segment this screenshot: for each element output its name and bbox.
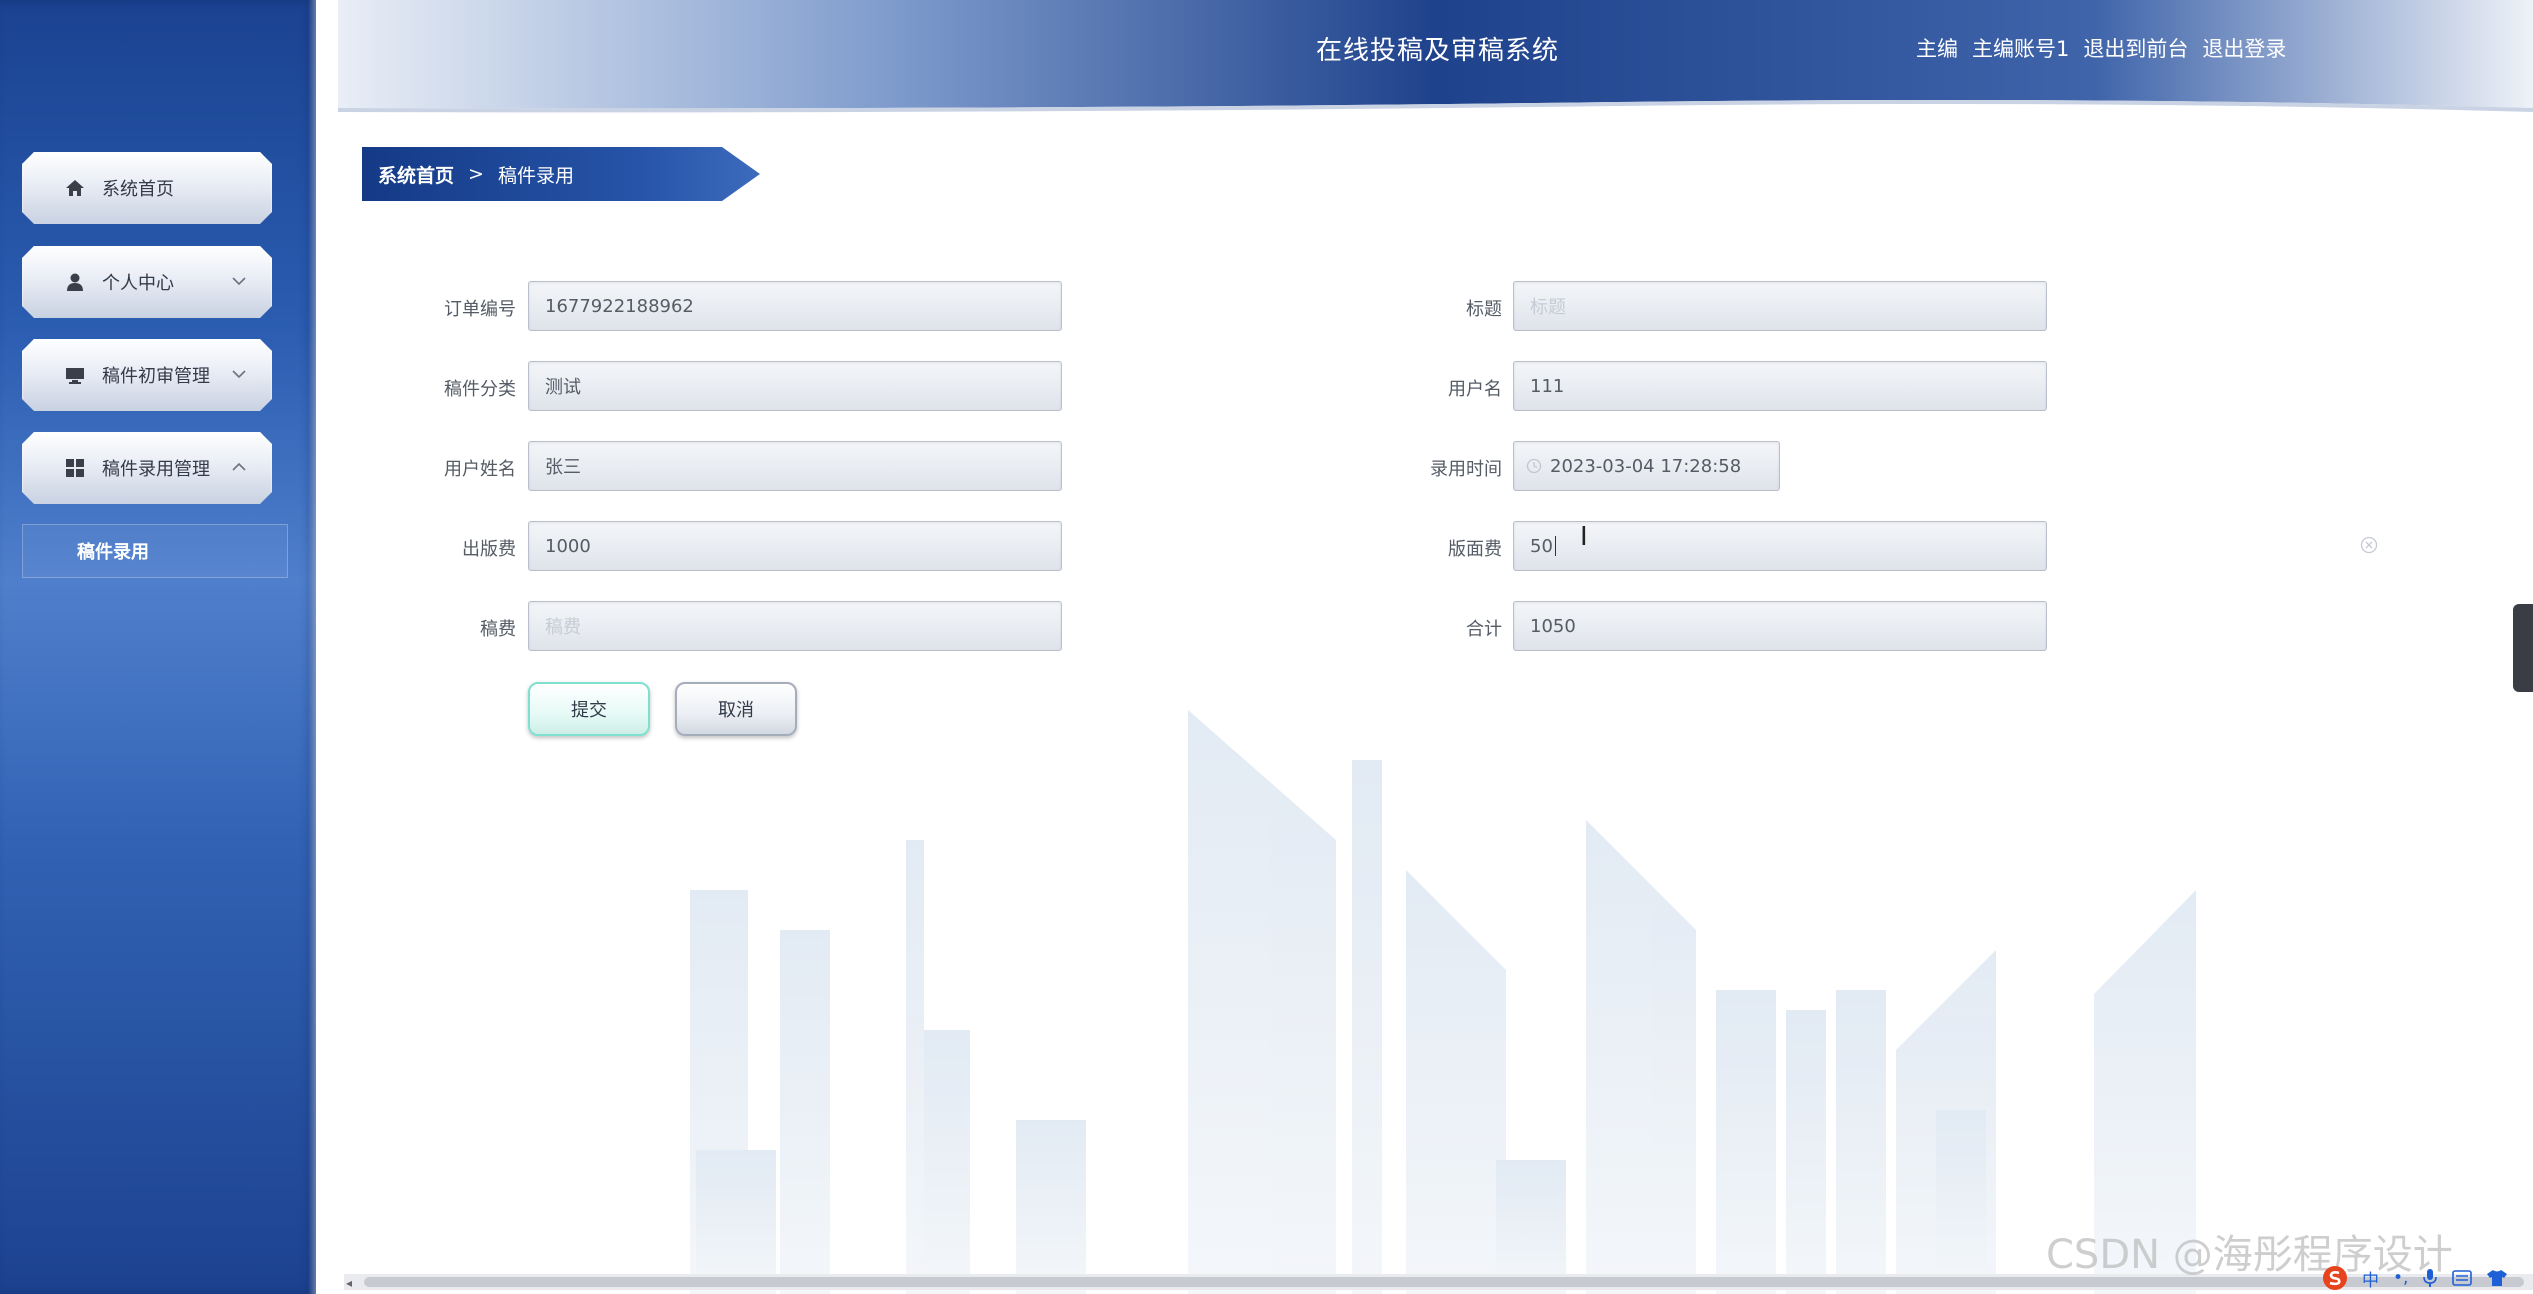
submenu-item-label: 稿件录用 xyxy=(77,542,149,563)
sogou-ime-icon[interactable] xyxy=(2322,1265,2348,1291)
publish-fee-label: 出版费 xyxy=(462,539,516,560)
sidebar-item-label: 稿件录用管理 xyxy=(102,459,210,480)
scroll-left-arrow-icon[interactable]: ◂ xyxy=(346,1276,352,1290)
publish-fee-input[interactable]: 1000 xyxy=(528,521,1062,571)
real-name-input[interactable]: 张三 xyxy=(528,441,1062,491)
layout-fee-value: 50 xyxy=(1530,535,1553,557)
layout-fee-input[interactable]: 50 xyxy=(1513,521,2047,571)
text-caret xyxy=(1554,536,1556,556)
background-city-illustration xyxy=(690,710,2196,1294)
sidebar-item-label: 稿件初审管理 xyxy=(102,366,210,387)
chevron-down-icon xyxy=(230,272,248,290)
monitor-icon xyxy=(64,364,86,386)
exit-to-front-link[interactable]: 退出到前台 xyxy=(2083,33,2188,63)
username: 主编账号1 xyxy=(1972,37,2070,61)
sidebar-item-label: 个人中心 xyxy=(102,273,174,294)
order-no-input[interactable]: 1677922188962 xyxy=(528,281,1062,331)
ime-tray: 中 •, xyxy=(2316,1262,2533,1294)
layout-fee-label: 版面费 xyxy=(1448,539,1502,560)
text-cursor-icon: I xyxy=(1580,522,1588,552)
title-input[interactable]: 标题 xyxy=(1513,281,2047,331)
total-label: 合计 xyxy=(1466,619,1502,640)
royalty-label: 稿费 xyxy=(480,619,516,640)
side-drawer-tab[interactable] xyxy=(2513,604,2533,692)
header-user-links: 主编 主编账号1 退出到前台 退出登录 xyxy=(1916,33,2286,63)
ime-mode-indicator[interactable]: 中 xyxy=(2362,1266,2379,1291)
title-label: 标题 xyxy=(1466,299,1502,320)
sidebar-item-home[interactable]: 系统首页 xyxy=(22,152,272,224)
hire-time-value: 2023-03-04 17:28:58 xyxy=(1550,455,1742,477)
app-title: 在线投稿及审稿系统 xyxy=(1316,36,1560,66)
order-no-label: 订单编号 xyxy=(444,299,516,320)
chevron-up-icon xyxy=(230,458,248,476)
logout-link[interactable]: 退出登录 xyxy=(2202,33,2286,63)
submenu-item-hire[interactable]: 稿件录用 xyxy=(22,524,288,578)
punctuation-icon[interactable]: •, xyxy=(2393,1268,2408,1288)
breadcrumb-home[interactable]: 系统首页 xyxy=(378,161,454,188)
top-header: 在线投稿及审稿系统 主编 主编账号1 退出到前台 退出登录 xyxy=(316,0,2533,118)
grid-icon xyxy=(64,457,86,479)
sidebar-item-personal-center[interactable]: 个人中心 xyxy=(22,246,272,318)
account-label: 用户名 xyxy=(1448,379,1502,400)
microphone-icon[interactable] xyxy=(2422,1268,2438,1288)
hire-time-label: 录用时间 xyxy=(1430,459,1502,480)
sidebar-item-initial-review[interactable]: 稿件初审管理 xyxy=(22,339,272,411)
sidebar-item-hire-management[interactable]: 稿件录用管理 xyxy=(22,432,272,504)
chevron-down-icon xyxy=(230,365,248,383)
clock-icon xyxy=(1526,458,1542,474)
page: 系统首页 个人中心 稿件初审管理 稿件录用管理 稿件录用 在线投稿及审稿系统 主… xyxy=(0,0,2533,1294)
category-input[interactable]: 测试 xyxy=(528,361,1062,411)
home-icon xyxy=(64,177,86,199)
sidebar: 系统首页 个人中心 稿件初审管理 稿件录用管理 稿件录用 xyxy=(0,0,316,1294)
sidebar-item-label: 系统首页 xyxy=(102,179,174,200)
category-label: 稿件分类 xyxy=(444,379,516,400)
breadcrumb-separator: > xyxy=(468,163,484,185)
submit-button[interactable]: 提交 xyxy=(528,682,650,736)
cancel-button[interactable]: 取消 xyxy=(675,682,797,736)
clear-circle-icon[interactable] xyxy=(2360,536,2378,554)
hire-time-picker[interactable]: 2023-03-04 17:28:58 xyxy=(1513,441,1780,491)
real-name-label: 用户姓名 xyxy=(444,459,516,480)
skin-shirt-icon[interactable] xyxy=(2486,1269,2508,1287)
user-icon xyxy=(64,271,86,293)
breadcrumb-current: 稿件录用 xyxy=(497,164,574,187)
keyboard-icon[interactable] xyxy=(2452,1269,2473,1287)
user-role: 主编 xyxy=(1916,37,1958,61)
total-input[interactable]: 1050 xyxy=(1513,601,2047,651)
breadcrumb: 系统首页 > 稿件录用 xyxy=(362,147,760,201)
royalty-input[interactable]: 稿费 xyxy=(528,601,1062,651)
account-input[interactable]: 111 xyxy=(1513,361,2047,411)
